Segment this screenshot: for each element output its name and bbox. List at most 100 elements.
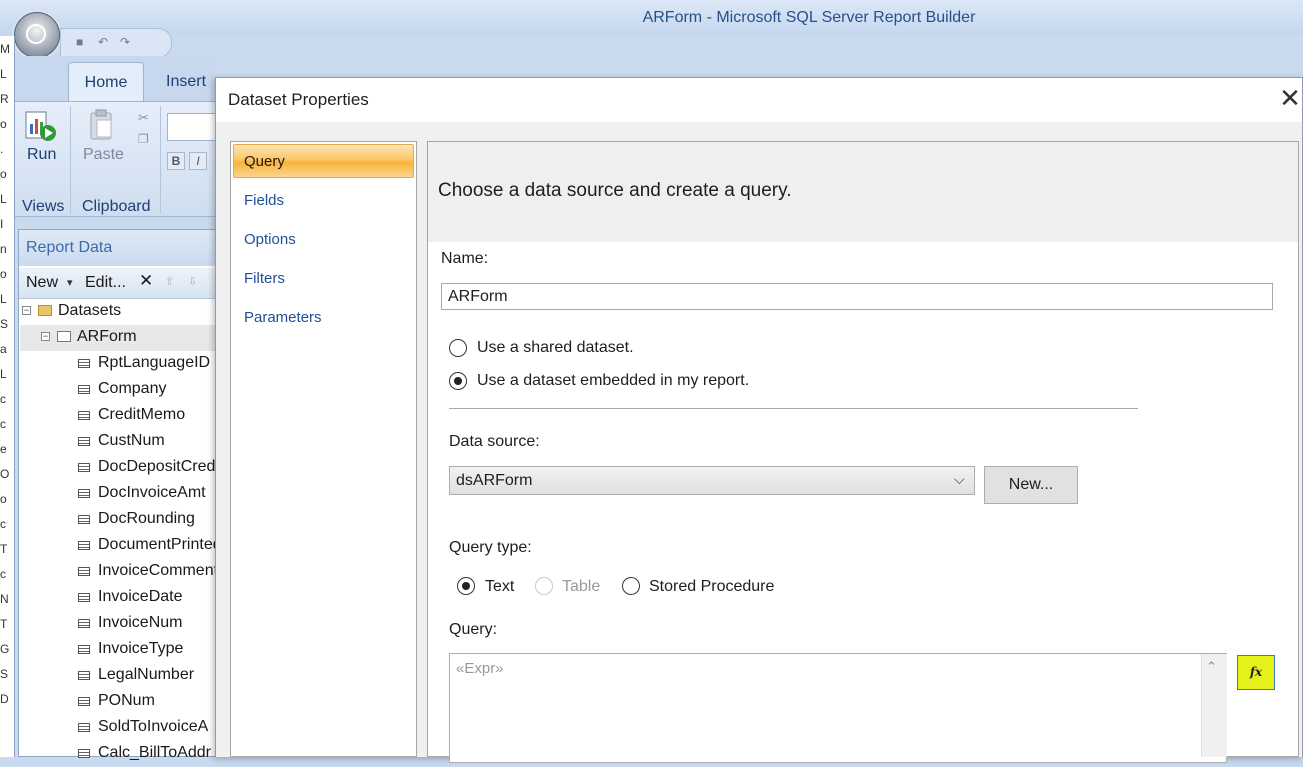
nav-item-parameters[interactable]: Parameters	[244, 309, 322, 326]
left-strip-char: L	[0, 292, 7, 306]
name-label: Name:	[441, 250, 489, 267]
left-strip-char: N	[0, 592, 9, 606]
left-strip-char: M	[0, 42, 10, 56]
font-name-box[interactable]	[167, 113, 217, 141]
tree-field-item[interactable]: InvoiceDate	[20, 585, 216, 611]
radio-selected-dot	[462, 582, 470, 590]
tree-field-item[interactable]: CreditMemo	[20, 403, 216, 429]
divider	[449, 408, 1138, 409]
italic-button[interactable]: I	[189, 152, 207, 170]
left-strip-char: D	[0, 692, 9, 706]
field-icon	[78, 723, 90, 732]
collapse-icon[interactable]: −	[22, 306, 31, 315]
expression-button[interactable]: fx	[1237, 655, 1275, 690]
tree-datasets-node[interactable]: − Datasets	[20, 299, 216, 325]
field-icon	[78, 463, 90, 472]
tree-field-item[interactable]: DocumentPrinted	[20, 533, 216, 559]
clipboard-group-label: Clipboard	[82, 198, 151, 215]
new-caret-icon: ▾	[67, 277, 73, 289]
nav-item-filters[interactable]: Filters	[244, 270, 285, 287]
shared-dataset-label[interactable]: Use a shared dataset.	[477, 339, 634, 357]
tree-field-item[interactable]: PONum	[20, 689, 216, 715]
tree-item-label: CustNum	[98, 432, 165, 449]
tree-item-label: CreditMemo	[98, 406, 186, 423]
left-edge-strip: MLRo.oLInoLSaLcceOocTcNTGSD	[0, 36, 15, 757]
tree-item-label: DocumentPrinted	[98, 536, 216, 553]
nav-item-fields[interactable]: Fields	[244, 192, 284, 209]
nav-item-query[interactable]: Query	[244, 153, 285, 170]
tree-field-item[interactable]: Company	[20, 377, 216, 403]
query-label: Query:	[449, 621, 498, 638]
name-input[interactable]	[441, 283, 1273, 310]
bold-button[interactable]: B	[167, 152, 185, 170]
left-strip-char: L	[0, 192, 7, 206]
tree-field-item[interactable]: CustNum	[20, 429, 216, 455]
query-type-stored-procedure-radio[interactable]	[622, 577, 640, 595]
query-type-stored-procedure-label[interactable]: Stored Procedure	[649, 578, 774, 596]
query-type-text-radio[interactable]	[457, 577, 475, 595]
scroll-up-icon[interactable]: ⌃	[1206, 659, 1217, 675]
query-textbox[interactable]	[449, 653, 1227, 763]
move-down-icon[interactable]: ⇩	[188, 275, 197, 288]
field-icon	[78, 541, 90, 550]
query-placeholder: «Expr»	[456, 660, 504, 677]
tree-item-label: Company	[98, 380, 167, 397]
tab-home[interactable]: Home	[68, 62, 144, 102]
field-icon	[78, 619, 90, 628]
left-strip-char: o	[0, 117, 7, 131]
embedded-dataset-radio[interactable]	[449, 372, 467, 390]
tree-field-item[interactable]: DocInvoiceAmt	[20, 481, 216, 507]
delete-icon[interactable]: ✕	[139, 271, 153, 291]
clock-icon	[26, 24, 46, 44]
tree-field-item[interactable]: InvoiceComment	[20, 559, 216, 585]
tree-dataset-arform[interactable]: − ARForm	[20, 325, 216, 351]
tree-item-label: InvoiceType	[98, 640, 184, 657]
tree-field-item[interactable]: InvoiceNum	[20, 611, 216, 637]
redo-icon[interactable]: ↷	[120, 35, 130, 49]
tree-field-item[interactable]: LegalNumber	[20, 663, 216, 689]
tree-item-label: InvoiceDate	[98, 588, 183, 605]
query-type-table-label: Table	[562, 578, 601, 595]
tree-item-label: ARForm	[77, 328, 137, 345]
tree-field-item[interactable]: DocRounding	[20, 507, 216, 533]
tree-field-item[interactable]: SoldToInvoiceA	[20, 715, 216, 741]
new-data-source-button[interactable]: New...	[984, 466, 1078, 504]
tree-item-label: InvoiceNum	[98, 614, 183, 631]
tree-field-item[interactable]: DocDepositCred	[20, 455, 216, 481]
embedded-dataset-label[interactable]: Use a dataset embedded in my report.	[477, 372, 749, 390]
tree-item-label: PONum	[98, 692, 155, 709]
tree-field-item[interactable]: RptLanguageID	[20, 351, 216, 377]
move-up-icon[interactable]: ⇧	[165, 275, 174, 288]
left-strip-char: o	[0, 492, 7, 506]
collapse-icon[interactable]: −	[41, 332, 50, 341]
field-icon	[78, 385, 90, 394]
shared-dataset-radio[interactable]	[449, 339, 467, 357]
query-type-label: Query type:	[449, 539, 532, 556]
left-strip-char: c	[0, 392, 6, 406]
left-strip-char: o	[0, 167, 7, 181]
chevron-down-icon[interactable]: ⌵	[954, 471, 965, 488]
query-type-text-label[interactable]: Text	[485, 578, 514, 596]
tree-field-item[interactable]: InvoiceType	[20, 637, 216, 663]
save-icon[interactable]: ■	[76, 35, 83, 49]
edit-button[interactable]: Edit...	[85, 274, 126, 292]
folder-icon	[38, 305, 52, 316]
close-icon[interactable]: ✕	[1278, 85, 1302, 111]
cut-icon[interactable]: ✂	[138, 110, 149, 126]
views-group-label: Views	[22, 198, 65, 215]
copy-icon[interactable]: ❐	[138, 132, 149, 146]
field-icon	[78, 671, 90, 680]
left-strip-char: e	[0, 442, 7, 456]
run-icon	[25, 111, 56, 141]
tree-item-label: Datasets	[58, 302, 122, 319]
nav-item-options[interactable]: Options	[244, 231, 296, 248]
new-menu-button[interactable]: New	[26, 274, 58, 292]
field-icon	[78, 697, 90, 706]
paste-button[interactable]: Paste	[83, 146, 124, 164]
tree-field-item[interactable]: Calc_BillToAddr	[20, 741, 216, 767]
left-strip-char: c	[0, 517, 6, 531]
left-strip-char: L	[0, 367, 7, 381]
run-button[interactable]: Run	[27, 146, 56, 164]
undo-icon[interactable]: ↶	[98, 35, 108, 49]
data-source-select[interactable]: dsARForm	[449, 466, 975, 495]
